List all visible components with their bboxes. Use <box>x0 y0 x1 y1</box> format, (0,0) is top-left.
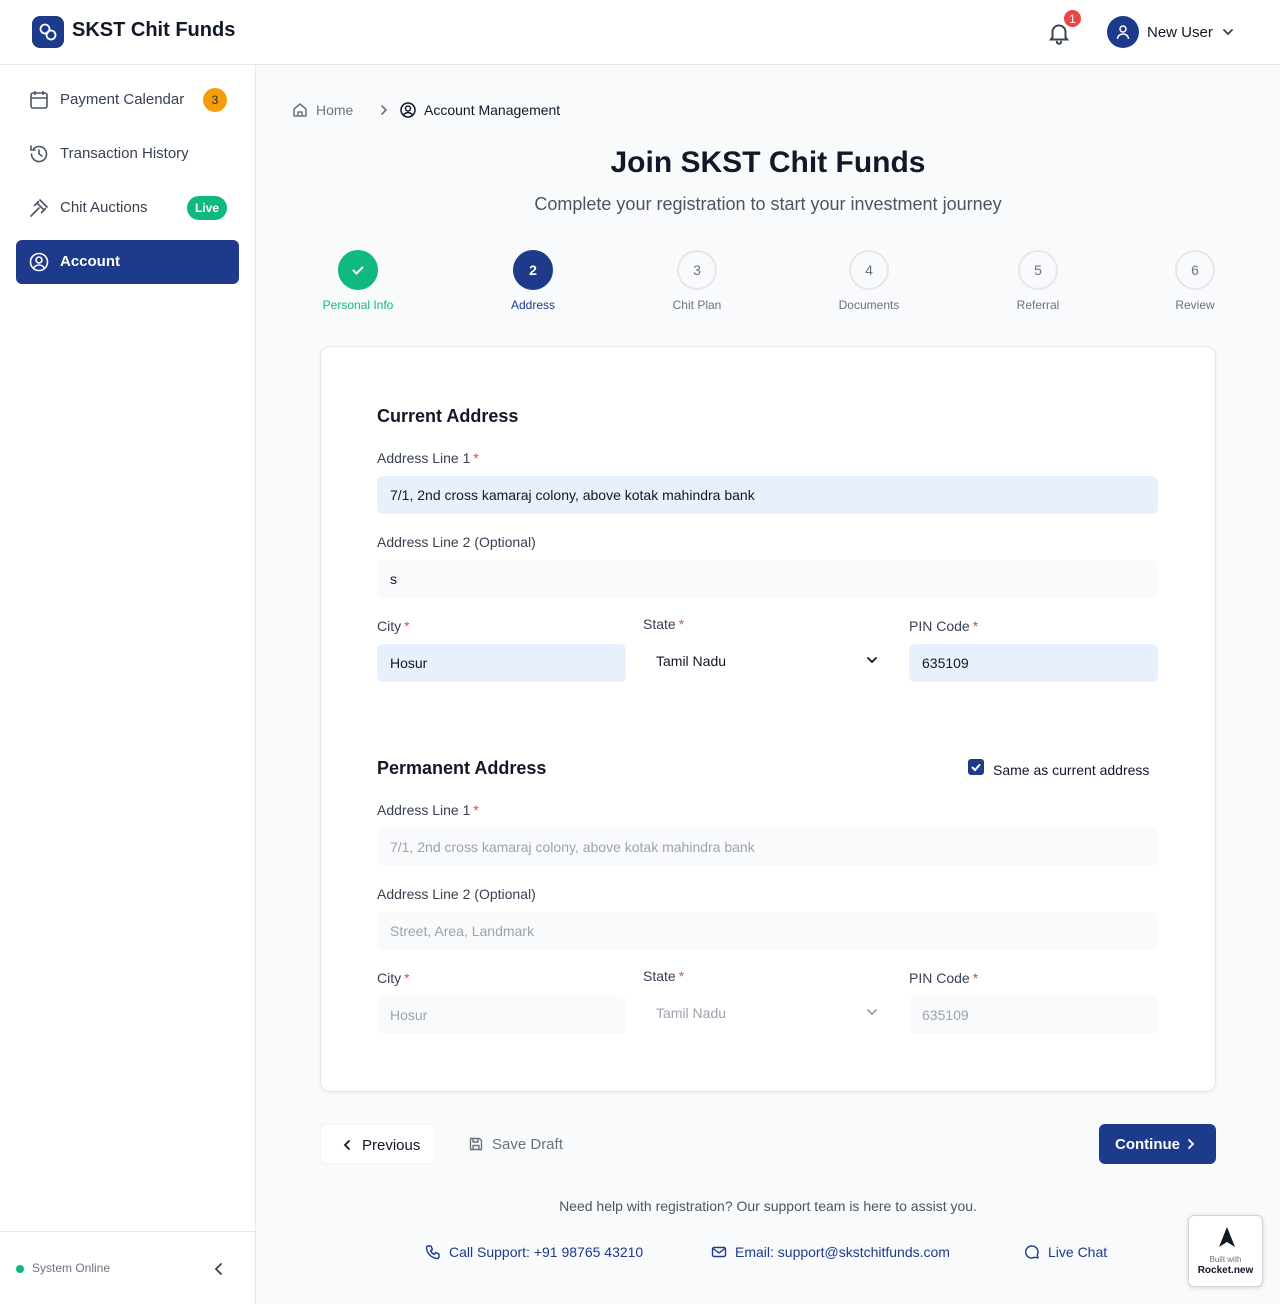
step-label: Review <box>1175 298 1215 312</box>
system-status: System Online <box>32 1261 111 1275</box>
help-text: Need help with registration? Our support… <box>559 1198 977 1214</box>
sidebar-item-label: Account <box>60 253 120 270</box>
permanent-address-line1-input[interactable]: 7/1, 2nd cross kamaraj colony, above kot… <box>377 828 1158 866</box>
page-title: Join SKST Chit Funds <box>610 146 926 179</box>
live-chat-label: Live Chat <box>1048 1244 1108 1260</box>
permanent-state-select[interactable]: Tamil Nadu <box>643 994 892 1032</box>
check-icon <box>352 266 364 275</box>
mail-icon <box>711 1246 727 1258</box>
rocket-icon <box>1219 1227 1235 1247</box>
continue-label: Continue <box>1115 1136 1180 1153</box>
continue-button[interactable]: Continue <box>1099 1124 1216 1164</box>
current-city-input[interactable]: Hosur <box>377 644 626 682</box>
step-circle: 2 <box>513 250 553 290</box>
calendar-icon <box>30 91 48 109</box>
permanent-address-line2-input[interactable]: Street, Area, Landmark <box>377 912 1158 950</box>
sidebar-item-account[interactable]: Account <box>16 240 239 284</box>
page-subtitle: Complete your registration to start your… <box>534 194 1002 214</box>
sidebar-item-transaction-history[interactable]: Transaction History <box>16 132 239 176</box>
avatar[interactable] <box>1107 16 1139 48</box>
step-label: Referral <box>1016 298 1060 312</box>
chevron-down-icon <box>867 1009 877 1016</box>
save-draft-label: Save Draft <box>492 1136 563 1153</box>
sidebar-item-label: Chit Auctions <box>60 199 148 216</box>
step-circle: 4 <box>849 250 889 290</box>
sidebar-item-payment-calendar[interactable]: Payment Calendar 3 <box>16 78 239 122</box>
sidebar-footer: System Online <box>0 1231 255 1304</box>
field-label: Address Line 2 (Optional) <box>377 534 536 550</box>
logo-icon[interactable] <box>32 16 64 48</box>
field-label: PIN Code * <box>909 618 979 634</box>
phone-icon <box>425 1245 440 1260</box>
current-state-select[interactable]: Tamil Nadu <box>643 642 892 680</box>
field-label: City * <box>377 618 410 634</box>
save-icon <box>469 1137 483 1151</box>
top-header: SKST Chit Funds 1 New User <box>0 0 1280 65</box>
notification-badge: 1 <box>1062 8 1083 29</box>
permanent-pin-input[interactable]: 635109 <box>909 996 1158 1034</box>
current-address-title: Current Address <box>377 406 519 426</box>
current-pin-input[interactable]: 635109 <box>909 644 1158 682</box>
status-dot <box>16 1265 24 1273</box>
field-label: Address Line 2 (Optional) <box>377 886 536 902</box>
permanent-address-title: Permanent Address <box>377 758 547 778</box>
badge-line2: Rocket.new <box>1197 1265 1254 1276</box>
user-circle-icon <box>400 102 416 118</box>
previous-button[interactable]: Previous <box>320 1124 436 1164</box>
step-circle: 3 <box>677 250 717 290</box>
gavel-icon <box>30 199 48 217</box>
previous-label: Previous <box>362 1137 421 1154</box>
built-with-badge[interactable]: Built with Rocket.new <box>1188 1215 1263 1287</box>
same-as-current-checkbox[interactable] <box>968 759 984 775</box>
step-label: Documents <box>838 298 900 312</box>
field-label: PIN Code * <box>909 970 979 986</box>
current-address-line1-input[interactable]: 7/1, 2nd cross kamaraj colony, above kot… <box>377 476 1158 514</box>
user-circle-icon <box>29 252 49 272</box>
chevron-left-icon[interactable] <box>210 1260 228 1278</box>
step-personal-info[interactable]: Personal Info <box>298 250 418 312</box>
permanent-city-input[interactable]: Hosur <box>377 996 626 1034</box>
breadcrumb-home[interactable]: Home <box>316 102 353 118</box>
step-label: Personal Info <box>322 298 394 312</box>
breadcrumb-current: Account Management <box>424 102 561 118</box>
field-label: State * <box>643 616 685 632</box>
step-review[interactable]: 6 Review <box>1135 250 1255 312</box>
step-documents[interactable]: 4 Documents <box>809 250 929 312</box>
user-name[interactable]: New User <box>1147 24 1213 41</box>
step-circle <box>338 250 378 290</box>
app-title: SKST Chit Funds <box>72 19 236 41</box>
step-label: Address <box>510 298 556 312</box>
chevron-down-icon <box>867 657 877 664</box>
chat-icon <box>1025 1245 1039 1259</box>
home-icon[interactable] <box>291 101 309 119</box>
live-badge: Live <box>187 196 228 220</box>
history-icon <box>30 145 48 163</box>
chevron-down-icon[interactable] <box>1220 24 1236 40</box>
step-circle: 5 <box>1018 250 1058 290</box>
current-address-line2-input[interactable]: s <box>377 560 1158 598</box>
sidebar-item-label: Transaction History <box>60 145 189 162</box>
check-icon <box>971 764 981 772</box>
step-referral[interactable]: 5 Referral <box>978 250 1098 312</box>
sidebar-item-chit-auctions[interactable]: Chit Auctions Live <box>16 186 239 230</box>
chevron-right-icon <box>1188 1139 1195 1149</box>
sidebar: Payment Calendar 3 Transaction History C… <box>0 65 256 1304</box>
save-draft-button[interactable]: Save Draft <box>460 1124 576 1164</box>
sidebar-item-label: Payment Calendar <box>60 91 185 108</box>
step-address[interactable]: 2 Address <box>473 250 593 312</box>
count-badge: 3 <box>203 88 227 112</box>
field-label: Address Line 1 * <box>377 802 479 818</box>
same-as-current-label[interactable]: Same as current address <box>993 762 1149 778</box>
field-label: State * <box>643 968 685 984</box>
field-label: Address Line 1 * <box>377 450 479 466</box>
email-support-label: Email: support@skstchitfunds.com <box>735 1244 950 1260</box>
field-label: City * <box>377 970 410 986</box>
badge-line1: Built with <box>1209 1255 1242 1264</box>
chevron-right-icon <box>381 105 388 115</box>
chevron-left-icon <box>343 1140 350 1150</box>
call-support-label: Call Support: +91 98765 43210 <box>449 1244 644 1260</box>
step-label: Chit Plan <box>672 298 722 312</box>
step-chit-plan[interactable]: 3 Chit Plan <box>637 250 757 312</box>
step-circle: 6 <box>1175 250 1215 290</box>
